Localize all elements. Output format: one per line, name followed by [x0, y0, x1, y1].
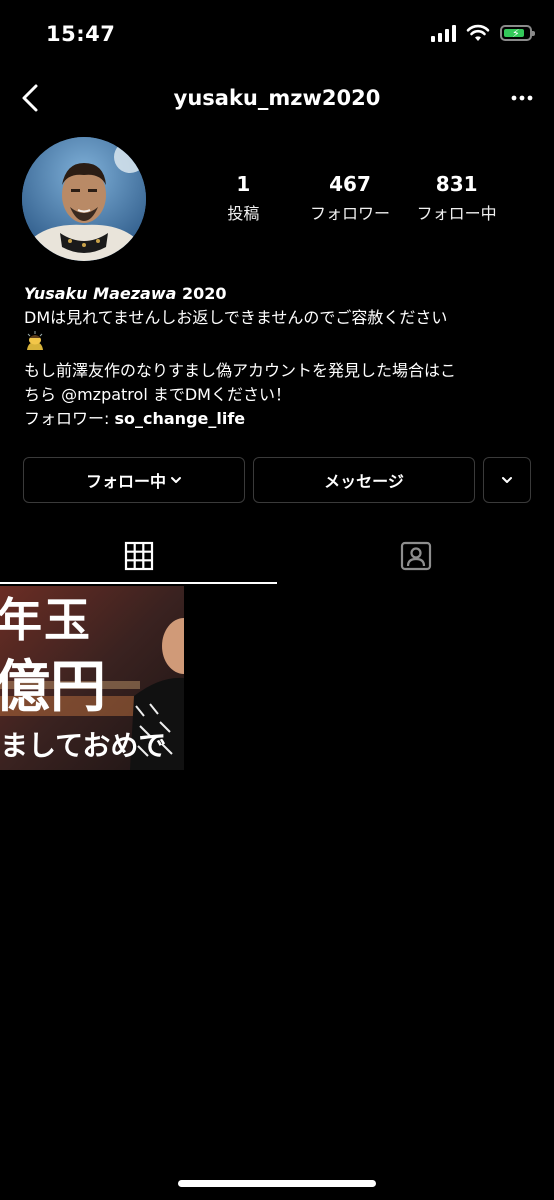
post-text-line-1: 年玉	[0, 593, 92, 647]
bio-line-2: もし前澤友作のなりすまし偽アカウントを発見した場合はこ	[24, 361, 457, 380]
wifi-icon	[466, 24, 490, 41]
chevron-down-icon	[502, 477, 512, 483]
post-thumbnail[interactable]: 年玉 億円 ましておめで	[0, 586, 184, 770]
home-indicator[interactable]	[178, 1180, 376, 1187]
followed-by: フォロワー: so_change_life	[24, 409, 246, 428]
followed-by-user-link[interactable]: so_change_life	[114, 409, 245, 428]
post-text-line-3: ましておめで	[0, 729, 167, 762]
more-options-icon[interactable]	[508, 84, 536, 112]
stat-following-count: 831	[435, 172, 478, 196]
suggested-accounts-button[interactable]	[483, 457, 531, 503]
profile-avatar[interactable]	[22, 137, 146, 261]
bio-line-3: ちら @mzpatrol までDMください！	[24, 385, 291, 404]
status-time: 15:47	[46, 22, 116, 46]
message-button[interactable]: メッセージ	[253, 457, 475, 503]
stat-posts-count: 1	[236, 172, 251, 196]
bowing-person-emoji-icon	[27, 331, 43, 350]
stat-followers[interactable]: 467 フォロワー	[297, 172, 404, 224]
status-bar: 15:47 ⚡	[0, 0, 554, 70]
grid-icon	[124, 541, 153, 571]
profile-tabs	[0, 530, 554, 584]
stat-posts[interactable]: 1 投稿	[190, 172, 297, 224]
cellular-signal-icon	[431, 24, 456, 42]
username-title: yusaku_mzw2020	[173, 86, 381, 110]
post-text-line-2: 億円	[0, 654, 106, 720]
bio-line-1: DMは見れてませんしお返しできませんのでご容赦ください	[24, 308, 448, 327]
display-name: Yusaku Maezawa 2020	[24, 284, 227, 303]
profile-stats: 1 投稿 467 フォロワー 831 フォロー中	[190, 172, 510, 224]
tab-tagged[interactable]	[277, 530, 554, 582]
profile-action-buttons: フォロー中 メッセージ	[23, 457, 531, 505]
active-tab-indicator	[0, 582, 277, 584]
profile-bio: Yusaku Maezawa 2020 DMは見れてませんしお返しできませんので…	[24, 282, 534, 431]
stat-followers-count: 467	[329, 172, 371, 196]
battery-icon: ⚡	[500, 25, 535, 41]
stat-posts-label: 投稿	[227, 204, 260, 223]
message-button-label: メッセージ	[324, 472, 404, 491]
status-icons: ⚡	[431, 24, 535, 42]
stat-followers-label: フォロワー	[310, 204, 391, 223]
tab-posts-grid[interactable]	[0, 530, 277, 582]
bio-emoji-line	[24, 330, 534, 359]
avatar-illustration	[22, 137, 146, 261]
following-button[interactable]: フォロー中	[23, 457, 245, 503]
tagged-person-icon	[400, 541, 431, 571]
chevron-down-icon	[171, 477, 181, 483]
stat-following-label: フォロー中	[416, 204, 497, 223]
profile-header: yusaku_mzw2020	[0, 76, 554, 120]
following-button-label: フォロー中	[85, 472, 166, 491]
stat-following[interactable]: 831 フォロー中	[403, 172, 510, 224]
